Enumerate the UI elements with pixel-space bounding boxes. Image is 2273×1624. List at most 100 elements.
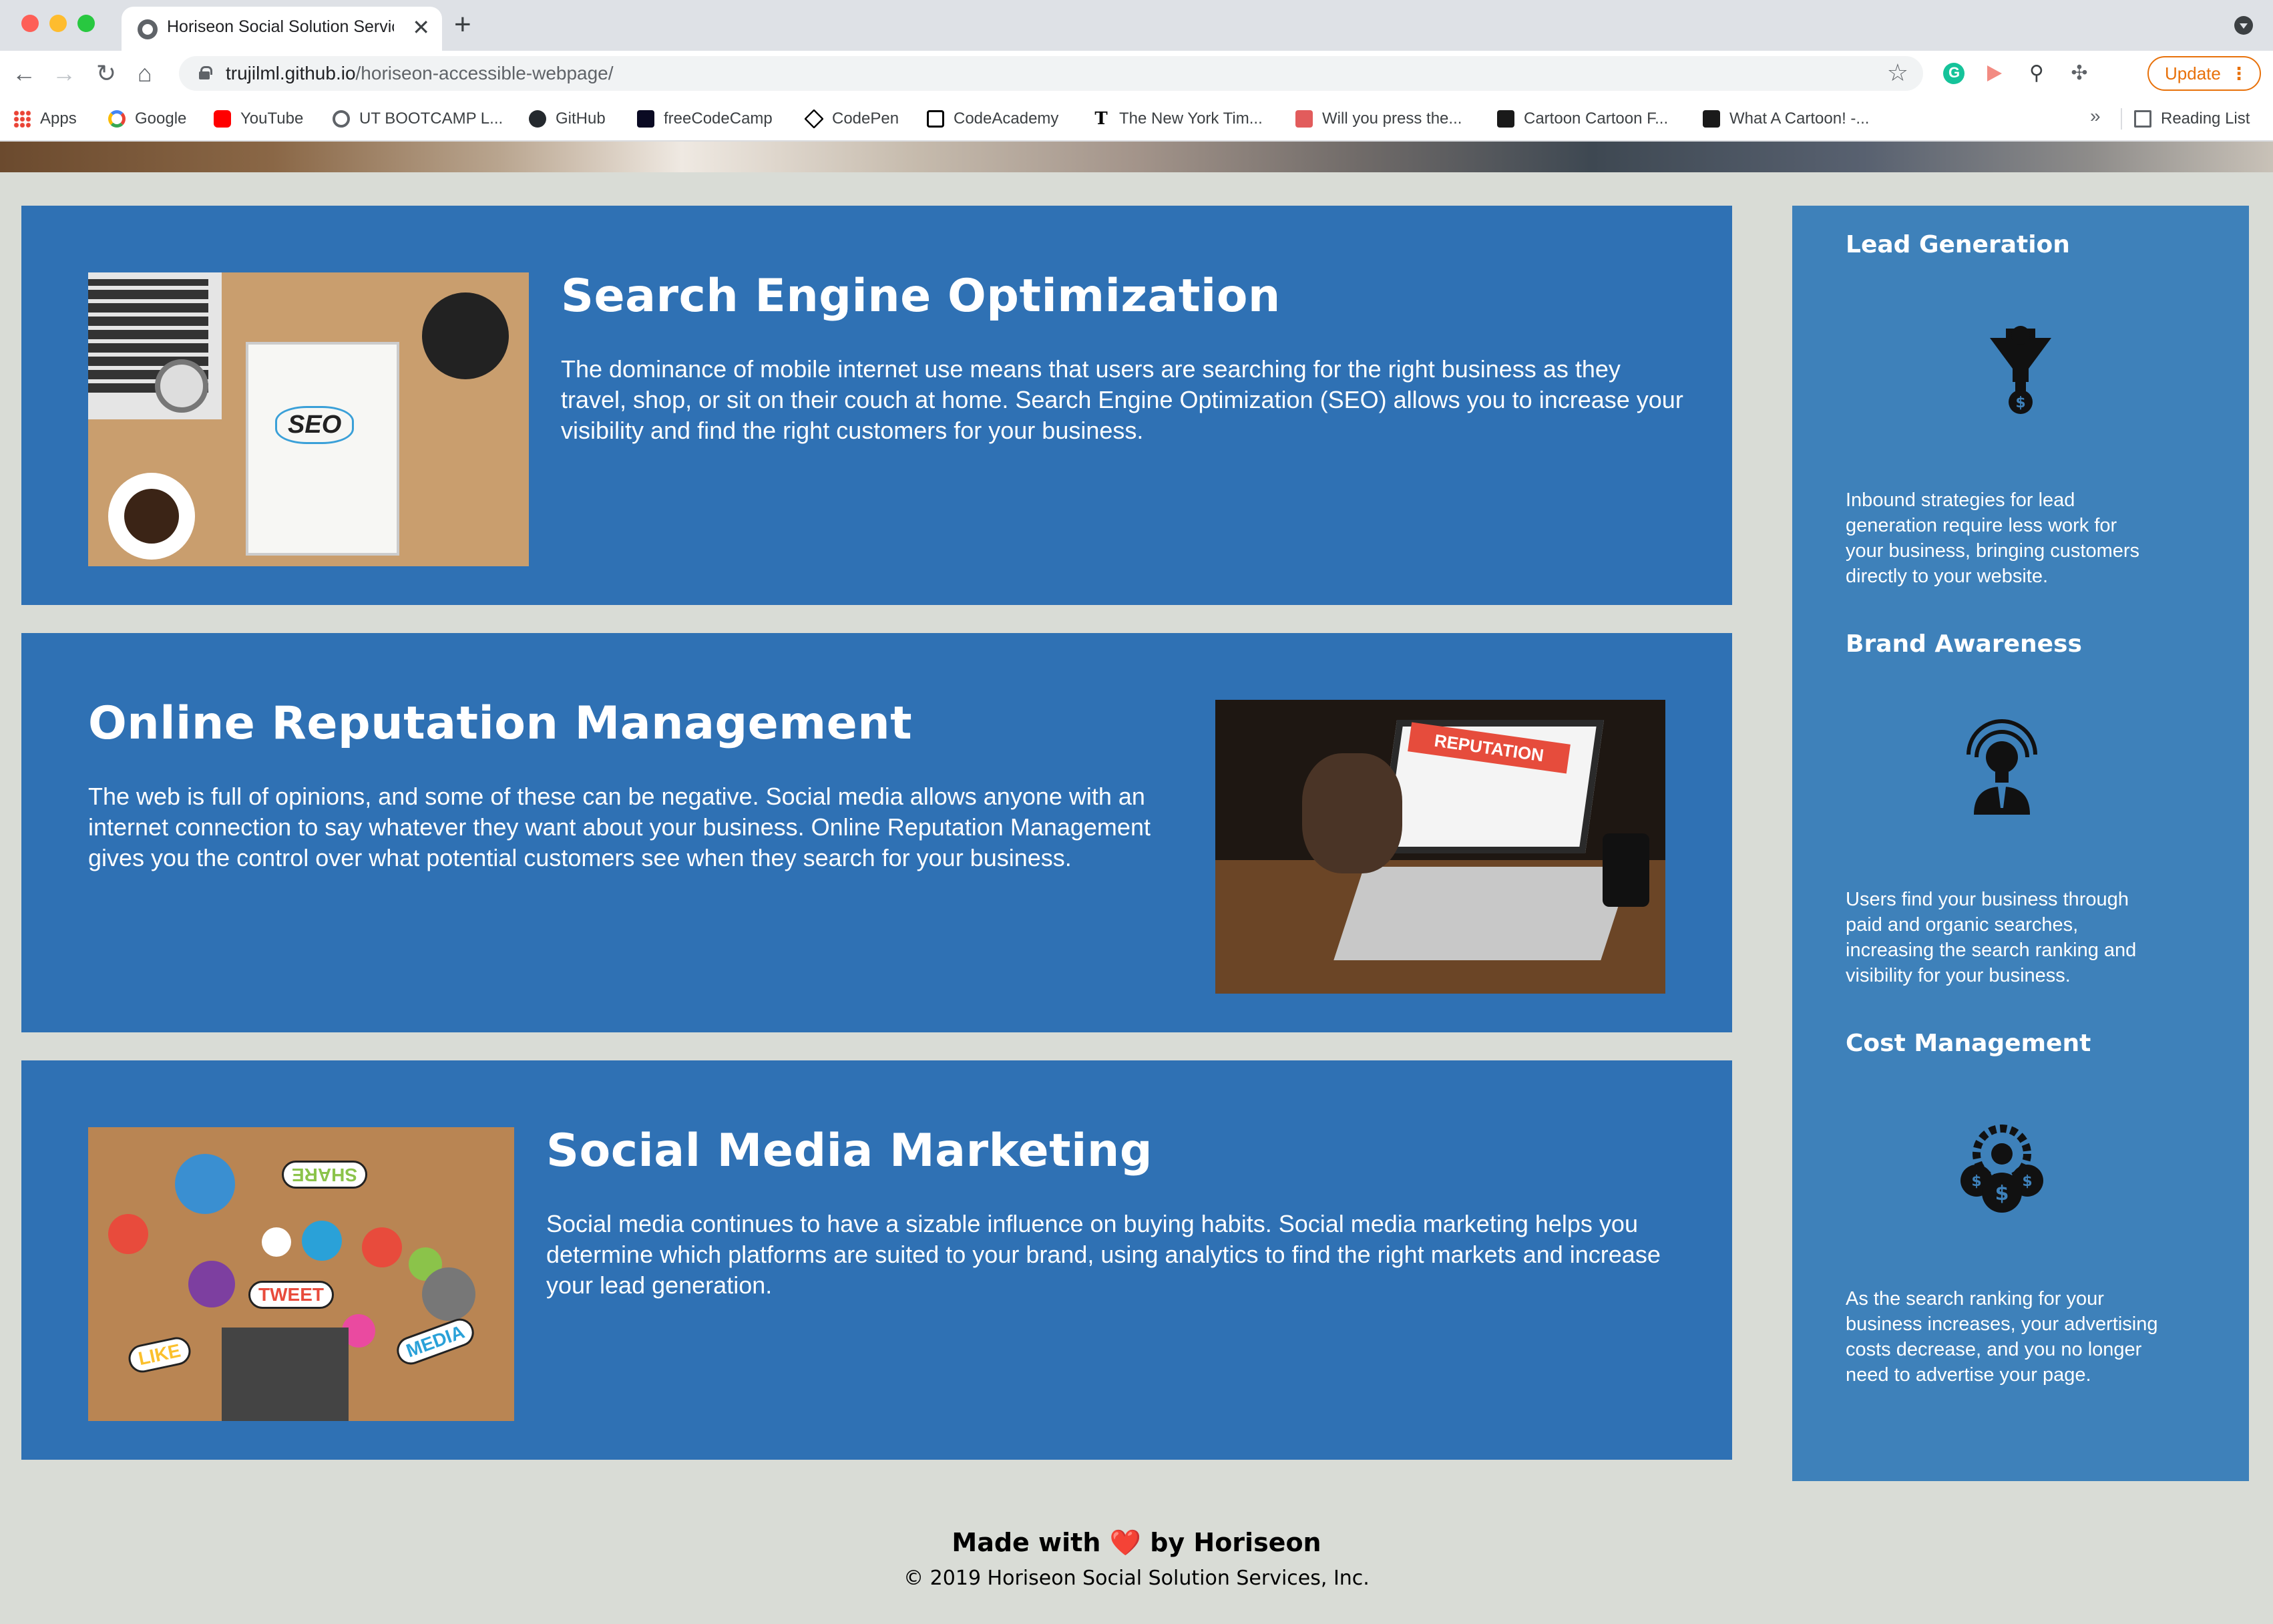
browser-tab[interactable]: Horiseon Social Solution Services ✕: [122, 7, 442, 51]
bubble-graphic: [362, 1227, 402, 1267]
url-text[interactable]: trujilml.github.io/horiseon-accessible-w…: [226, 63, 614, 84]
press-button-icon: [1295, 110, 1313, 128]
bookmark-google[interactable]: Google: [108, 106, 186, 132]
coffee-cup-graphic: [108, 473, 195, 560]
bubble-graphic: [188, 1261, 235, 1307]
reload-icon[interactable]: ↻: [96, 59, 116, 88]
article-text: Social media continues to have a sizable…: [546, 1210, 1661, 1299]
bookmark-nyt[interactable]: T The New York Tim...: [1092, 106, 1263, 132]
bookmark-label: Cartoon Cartoon F...: [1524, 110, 1669, 128]
article-title: Social Media Marketing: [546, 1125, 1153, 1177]
benefit-text-lead-generation: Inbound strategies for lead generation r…: [1846, 489, 2140, 587]
globe-icon: [138, 19, 158, 39]
benefit-title-cost-management: Cost Management: [1846, 1030, 2091, 1057]
home-icon[interactable]: ⌂: [138, 59, 152, 88]
chrome-menu-icon[interactable]: ⋮: [2230, 57, 2248, 89]
reading-list-label: Reading List: [2161, 110, 2250, 128]
url-host: trujilml.github.io: [226, 63, 356, 83]
footer-made-with: Made with ❤️ by Horiseon: [0, 1528, 2273, 1558]
footer-made-prefix: Made with: [952, 1528, 1101, 1557]
bookmarks-divider: [2121, 108, 2122, 130]
tab-search-icon[interactable]: [2234, 16, 2253, 35]
mug-graphic: [1603, 833, 1649, 907]
bookmark-label: CodePen: [832, 110, 899, 128]
tab-close-icon[interactable]: ✕: [412, 15, 430, 40]
apps-grid-icon: [13, 110, 31, 128]
bubble-graphic: [108, 1214, 148, 1254]
bookmark-label: Will you press the...: [1322, 110, 1462, 128]
update-button[interactable]: Update ⋮: [2147, 56, 2261, 91]
heart-icon: ❤️: [1109, 1528, 1141, 1557]
seo-image: SEO: [88, 272, 529, 566]
bookmarks-overflow-icon[interactable]: »: [2090, 106, 2101, 127]
pen-cup-graphic: [422, 292, 509, 379]
bookmark-codepen[interactable]: CodePen: [804, 106, 899, 132]
window-close-icon[interactable]: [21, 15, 39, 32]
notepad-graphic: [246, 342, 399, 556]
browser-tab-strip: Horiseon Social Solution Services ✕ +: [0, 0, 2273, 51]
magnifier-graphic: [155, 359, 208, 413]
svg-text:$: $: [2015, 395, 2025, 411]
youtube-icon: [214, 110, 231, 128]
lock-icon[interactable]: [199, 66, 212, 79]
back-arrow-icon[interactable]: ←: [12, 59, 36, 88]
grammarly-extension-icon[interactable]: [1943, 63, 1965, 84]
google-icon: [108, 110, 126, 128]
lightbulb-person-icon: [1967, 719, 2037, 815]
cartoon-icon: [1497, 110, 1514, 128]
codepen-icon: [804, 109, 824, 129]
article-reputation: Online Reputation Management The web is …: [21, 633, 1732, 1032]
bookmark-codeacademy[interactable]: CodeAcademy: [927, 106, 1058, 132]
bookmark-ut-bootcamp[interactable]: UT BOOTCAMP L...: [333, 106, 503, 132]
bookmark-apps[interactable]: Apps: [13, 106, 77, 132]
article-social-media: SHARE TWEET LIKE MEDIA Social Media Mark…: [21, 1060, 1732, 1460]
new-tab-button[interactable]: +: [454, 8, 471, 41]
laptop-graphic: [222, 1328, 349, 1421]
bookmark-label: The New York Tim...: [1119, 110, 1263, 128]
address-bar[interactable]: trujilml.github.io/horiseon-accessible-w…: [179, 56, 1923, 91]
svg-text:$: $: [2022, 1173, 2032, 1190]
media-bubble-graphic: MEDIA: [393, 1314, 478, 1369]
article-seo: SEO Search Engine Optimization The domin…: [21, 206, 1732, 605]
cartoon-icon: [1703, 110, 1720, 128]
hero-image: [0, 142, 2273, 172]
cast-extension-icon[interactable]: [1985, 63, 2006, 84]
bookmark-label: What A Cartoon! -...: [1729, 110, 1870, 128]
forward-arrow-icon[interactable]: →: [52, 59, 76, 88]
bookmark-label: Google: [135, 110, 187, 128]
social-media-image: SHARE TWEET LIKE MEDIA: [88, 1127, 514, 1421]
bookmark-youtube[interactable]: YouTube: [214, 106, 303, 132]
window-minimize-icon[interactable]: [49, 15, 67, 32]
footer-made-suffix: by Horiseon: [1150, 1528, 1321, 1557]
bookmark-label: freeCodeCamp: [664, 110, 773, 128]
nyt-icon: T: [1094, 109, 1108, 129]
bookmark-label: YouTube: [240, 110, 304, 128]
bookmark-freecodecamp[interactable]: freeCodeCamp: [637, 106, 773, 132]
bookmark-label: CodeAcademy: [954, 110, 1059, 128]
reading-list-button[interactable]: Reading List: [2134, 106, 2250, 132]
benefit-title-brand-awareness: Brand Awareness: [1846, 630, 2082, 658]
globe-icon: [333, 110, 350, 128]
codecademy-icon: [927, 110, 944, 128]
bookmark-what-a-cartoon[interactable]: What A Cartoon! -...: [1703, 106, 1869, 132]
bookmark-cartoon-cartoon[interactable]: Cartoon Cartoon F...: [1497, 106, 1668, 132]
bookmark-label: UT BOOTCAMP L...: [359, 110, 503, 128]
pin-extension-icon[interactable]: ⚲: [2026, 63, 2047, 84]
url-path: /horiseon-accessible-webpage/: [355, 63, 614, 83]
tab-title: Horiseon Social Solution Services: [167, 17, 394, 36]
hand-graphic: [1302, 753, 1402, 873]
bookmark-press-button[interactable]: Will you press the...: [1295, 106, 1462, 132]
article-text: The web is full of opinions, and some of…: [88, 783, 1151, 871]
bookmark-star-icon[interactable]: ☆: [1887, 59, 1908, 87]
bubble-graphic: [262, 1227, 291, 1257]
bookmark-github[interactable]: GitHub: [529, 106, 606, 132]
extensions-puzzle-icon[interactable]: ✣: [2069, 63, 2090, 84]
benefit-text-cost-management: As the search ranking for your business …: [1846, 1288, 2158, 1386]
window-maximize-icon[interactable]: [77, 15, 95, 32]
bookmark-label: Apps: [40, 110, 77, 128]
bookmark-label: GitHub: [556, 110, 606, 128]
keyboard-graphic: [1333, 867, 1631, 960]
share-bubble-graphic: SHARE: [282, 1161, 368, 1189]
tweet-bubble-graphic: TWEET: [248, 1281, 334, 1309]
github-icon: [529, 110, 546, 128]
